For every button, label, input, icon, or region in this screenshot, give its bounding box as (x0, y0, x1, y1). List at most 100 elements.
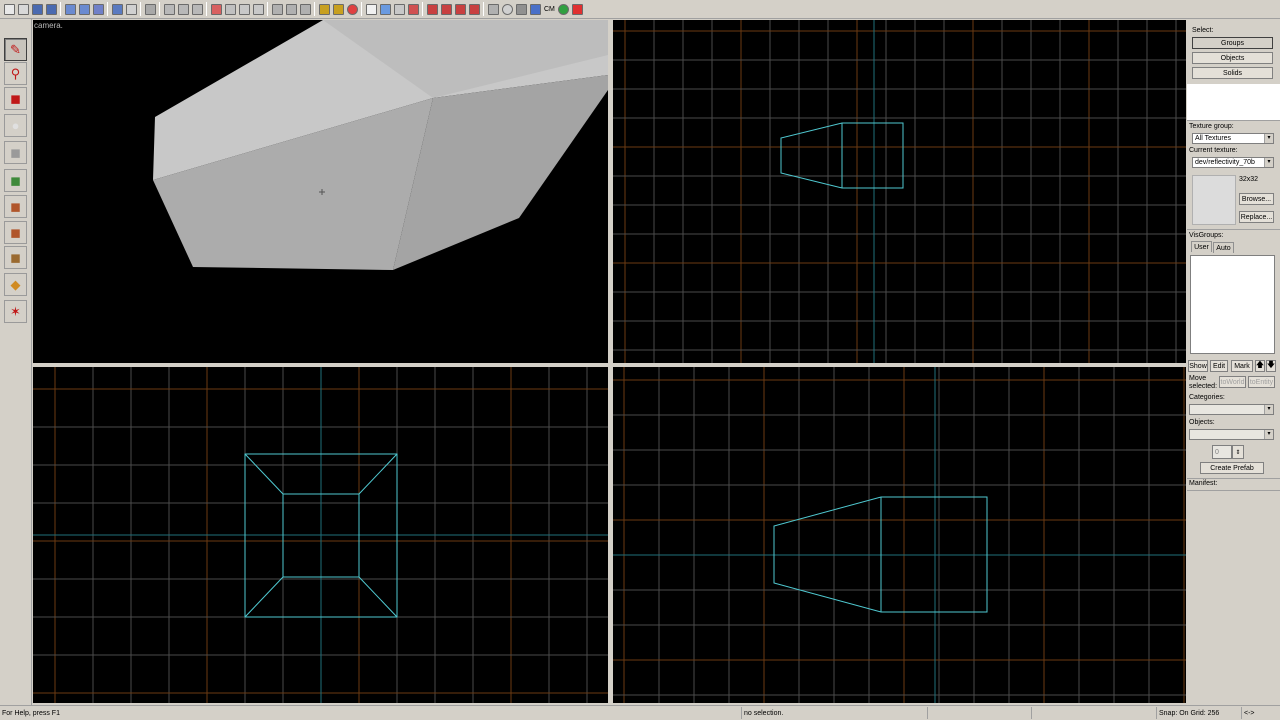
align-top-icon[interactable] (191, 3, 203, 15)
grid-toggle-icon[interactable] (3, 3, 15, 15)
texture-group-select[interactable]: All Textures ▾ (1192, 133, 1274, 144)
align-right-icon[interactable] (177, 3, 189, 15)
to-world-button[interactable]: toWorld (1219, 376, 1246, 388)
cut-icon[interactable] (271, 3, 283, 15)
grid-smaller-icon[interactable] (31, 3, 43, 15)
compile-icon[interactable] (454, 3, 466, 15)
smooth-icon[interactable] (426, 3, 438, 15)
select-objects-button[interactable]: Objects (1192, 52, 1273, 64)
texture-preview (1192, 175, 1236, 225)
status-nav[interactable]: <-> (1241, 707, 1280, 719)
toolbar-separator (422, 2, 423, 16)
move-down-icon[interactable]: 🡇 (1266, 360, 1276, 372)
select-box-icon[interactable] (365, 3, 377, 15)
toolbar-separator (483, 2, 484, 16)
carve-icon[interactable] (144, 3, 156, 15)
camera-render (153, 20, 608, 270)
toolbar-separator (107, 2, 108, 16)
clip-icon: ◆ (10, 277, 21, 292)
texture-apply-icon: ◼ (10, 173, 21, 188)
grid-larger-icon[interactable] (45, 3, 57, 15)
selection-tool[interactable]: ✎ (4, 38, 27, 61)
browse-button[interactable]: Browse... (1239, 193, 1274, 205)
objects-label: Objects: (1189, 419, 1215, 426)
visgroup-tab-user[interactable]: User (1191, 241, 1212, 252)
ungroup-icon[interactable] (78, 3, 90, 15)
flip-vertical-icon[interactable] (224, 3, 236, 15)
group-ignore-icon[interactable] (529, 3, 541, 15)
block-tool[interactable]: ◼ (4, 141, 27, 164)
brush-edge (244, 576, 284, 618)
status-bar: For Help, press F1 no selection. Snap: O… (0, 705, 1280, 720)
hide-icon[interactable] (92, 3, 104, 15)
fog-icon[interactable] (440, 3, 452, 15)
objects-select[interactable]: ▾ (1189, 429, 1274, 440)
align-left-icon[interactable] (163, 3, 175, 15)
run-map-icon[interactable] (468, 3, 480, 15)
no-entry-icon[interactable] (346, 3, 358, 15)
redo-icon[interactable] (125, 3, 137, 15)
current-texture-value: dev/reflectivity_70b (1195, 159, 1255, 166)
instance-icon[interactable] (558, 3, 570, 15)
mirror-icon[interactable] (252, 3, 264, 15)
copy-icon[interactable] (285, 3, 297, 15)
grid-snap-icon[interactable] (515, 3, 527, 15)
models-icon[interactable] (487, 3, 499, 15)
visgroup-tab-auto[interactable]: Auto (1213, 242, 1234, 253)
run-icon[interactable] (572, 3, 584, 15)
top-viewport[interactable] (613, 20, 1186, 363)
toolbar-separator (159, 2, 160, 16)
panel-divider (1187, 229, 1280, 230)
clipping-tool[interactable]: ◆ (4, 273, 27, 296)
status-snap: Snap: On Grid: 256 (1156, 707, 1241, 719)
current-texture-label: Current texture: (1189, 147, 1238, 154)
paste-icon[interactable] (299, 3, 311, 15)
rotate-icon[interactable] (238, 3, 250, 15)
visgroup-show-button[interactable]: Show (1188, 360, 1208, 372)
dropdown-arrow-icon: ▾ (1264, 158, 1273, 167)
camera-icon: ◼ (10, 91, 21, 106)
stepper-arrows-icon[interactable]: ⇕ (1232, 445, 1244, 459)
magnify-tool[interactable]: ⚲ (4, 62, 27, 85)
hammer-editor-window: CM ✎ ⚲ ◼ ● ◼ ◼ ◼ ◼ ◼ ◆ ✶ camera. Select:… (0, 0, 1280, 720)
cordon-mode-label[interactable]: CM (544, 6, 555, 13)
select-label: Select: (1192, 27, 1214, 34)
group-icon[interactable] (64, 3, 76, 15)
select-solids-button[interactable]: Solids (1192, 67, 1273, 79)
entity-report-icon[interactable] (407, 3, 419, 15)
entity-tool[interactable]: ● (4, 114, 27, 137)
select-cursor-icon[interactable] (379, 3, 391, 15)
visgroup-mark-button[interactable]: Mark (1231, 360, 1253, 372)
replace-button[interactable]: Replace... (1239, 211, 1274, 223)
texture-size: 32x32 (1239, 176, 1259, 183)
status-selection: no selection. (741, 707, 927, 719)
move-up-icon[interactable]: 🡅 (1255, 360, 1265, 372)
move-selected-label: Move selected: (1189, 375, 1218, 390)
camera-tool[interactable]: ◼ (4, 87, 27, 110)
prefab-count-stepper[interactable]: 0 (1212, 445, 1232, 459)
tool-palette: ✎ ⚲ ◼ ● ◼ ◼ ◼ ◼ ◼ ◆ ✶ (0, 19, 32, 705)
texture-application-tool[interactable]: ◼ (4, 169, 27, 192)
current-texture-select[interactable]: dev/reflectivity_70b ▾ (1192, 157, 1274, 168)
decal-tool[interactable]: ◼ (4, 221, 27, 244)
texture-scale-lock-icon[interactable] (332, 3, 344, 15)
target-icon[interactable] (501, 3, 513, 15)
vertex-tool[interactable]: ✶ (4, 300, 27, 323)
categories-select[interactable]: ▾ (1189, 404, 1274, 415)
top-grid (613, 20, 1186, 363)
select-groups-button[interactable]: Groups (1192, 37, 1273, 49)
apply-current-texture-tool[interactable]: ◼ (4, 195, 27, 218)
side-viewport[interactable] (613, 367, 1186, 703)
select-tool-icon[interactable] (393, 3, 405, 15)
front-viewport[interactable] (33, 367, 608, 703)
create-prefab-button[interactable]: Create Prefab (1200, 462, 1264, 474)
to-entity-button[interactable]: toEntity (1248, 376, 1275, 388)
undo-icon[interactable] (111, 3, 123, 15)
camera-viewport[interactable]: camera. (33, 20, 608, 363)
visgroup-list[interactable] (1190, 255, 1275, 354)
overlay-tool[interactable]: ◼ (4, 246, 27, 269)
visgroup-edit-button[interactable]: Edit (1210, 360, 1228, 372)
texture-lock-icon[interactable] (318, 3, 330, 15)
flip-horizontal-icon[interactable] (210, 3, 222, 15)
grid-3d-icon[interactable] (17, 3, 29, 15)
